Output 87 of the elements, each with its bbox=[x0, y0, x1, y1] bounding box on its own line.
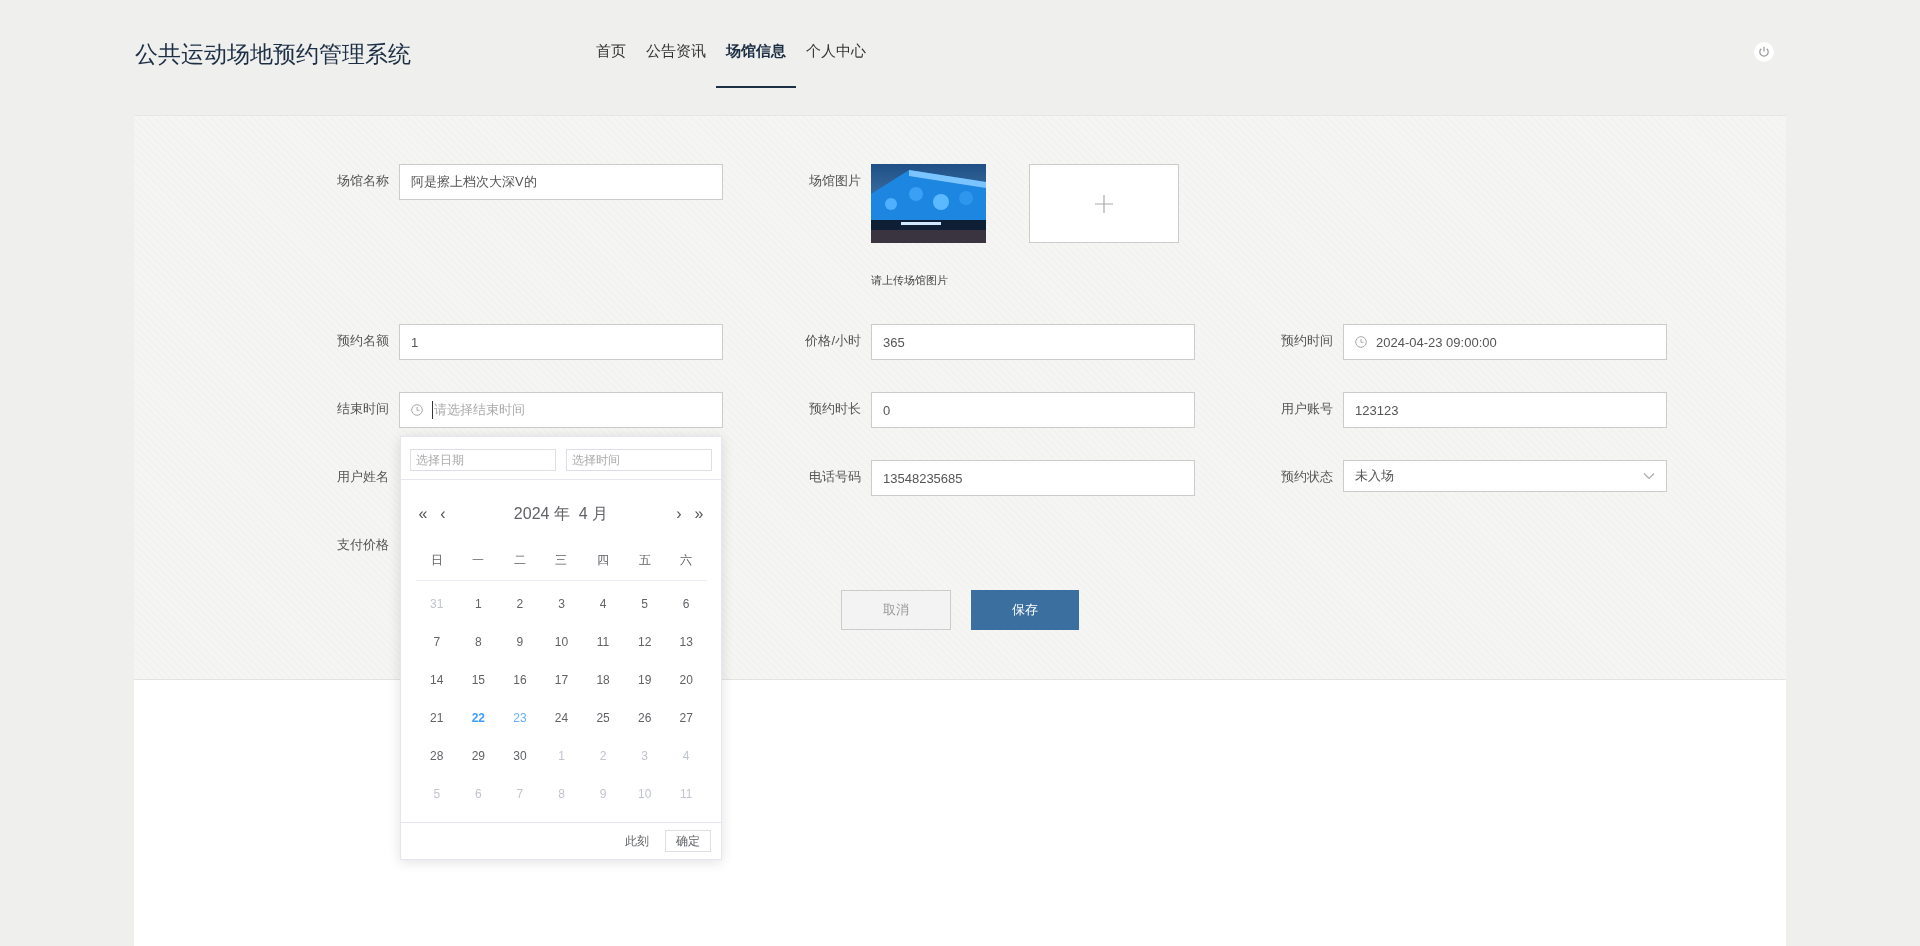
weekday-label: 六 bbox=[680, 553, 693, 567]
calendar-day[interactable]: 14 bbox=[430, 672, 444, 688]
save-button[interactable]: 保存 bbox=[971, 590, 1079, 630]
date-field[interactable]: 选择日期 bbox=[410, 449, 556, 471]
calendar-day[interactable]: 5 bbox=[641, 596, 648, 612]
calendar-day[interactable]: 20 bbox=[679, 672, 693, 688]
prev-month-button[interactable]: ‹ bbox=[433, 505, 453, 523]
calendar-day[interactable]: 13 bbox=[679, 634, 693, 650]
calendar-day[interactable]: 3 bbox=[558, 596, 565, 612]
next-month-button[interactable]: › bbox=[669, 505, 689, 523]
field-label: 电话号码 bbox=[808, 468, 861, 486]
clock-icon bbox=[1355, 336, 1367, 348]
calendar-day[interactable]: 24 bbox=[554, 710, 569, 726]
power-icon[interactable] bbox=[1754, 42, 1774, 62]
calendar-day[interactable]: 2 bbox=[516, 596, 524, 612]
nav-tab[interactable]: 场馆信息 bbox=[716, 38, 796, 88]
calendar-day[interactable]: 15 bbox=[471, 672, 486, 688]
field-label: 预约状态 bbox=[1280, 468, 1333, 486]
field-value: 365 bbox=[883, 334, 905, 350]
text-field[interactable]: 13548235685 bbox=[871, 460, 1195, 496]
calendar-day[interactable]: 30 bbox=[513, 748, 527, 764]
now-link[interactable]: 此刻 bbox=[625, 832, 649, 850]
calendar-day[interactable]: 17 bbox=[554, 672, 569, 688]
date-time-field[interactable]: 2024-04-23 09:00:00 bbox=[1343, 324, 1667, 360]
text-field[interactable]: 阿是擦上档次大深V的 bbox=[399, 164, 723, 200]
calendar-day[interactable]: 11 bbox=[596, 634, 610, 650]
weekday-label: 五 bbox=[638, 553, 651, 567]
next-year-button[interactable]: » bbox=[689, 505, 709, 523]
weekday-label: 三 bbox=[555, 553, 568, 567]
calendar-day[interactable]: 6 bbox=[682, 596, 690, 612]
calendar-day[interactable]: 26 bbox=[637, 710, 652, 726]
confirm-button[interactable]: 确定 bbox=[665, 830, 711, 852]
date-picker[interactable]: 选择日期 选择时间 « ‹ 2024 年 4 月 › » 日 一 二 三 四 五 六 31 1 2 3 4 5 6 7 8 9 10 11 12 13 14 15 16 17 18 19 20 21 22 23 24 25 26 27 28 29 30 1 2 3 4 5 6 7 8 9 10 11 此刻 确定 bbox=[400, 436, 722, 860]
field-value: 0 bbox=[883, 402, 891, 418]
text-field[interactable]: 365 bbox=[871, 324, 1195, 360]
field-label: 用户账号 bbox=[1280, 400, 1333, 418]
field-label: 场馆名称 bbox=[336, 172, 389, 190]
weekday-label: 四 bbox=[597, 553, 610, 567]
field-value: 未入场 bbox=[1355, 467, 1394, 485]
field-label: 场馆图片 bbox=[808, 172, 861, 190]
text-field[interactable]: 0 bbox=[871, 392, 1195, 428]
calendar-day[interactable]: 18 bbox=[596, 672, 610, 688]
text-field[interactable]: 123123 bbox=[1343, 392, 1667, 428]
field-label: 价格/小时 bbox=[804, 332, 861, 350]
calendar-day[interactable]: 7 bbox=[433, 634, 441, 650]
upload-box[interactable] bbox=[1029, 164, 1179, 243]
calendar-day[interactable]: 10 bbox=[554, 634, 569, 650]
field-value: 阿是擦上档次大深V的 bbox=[411, 173, 537, 191]
text-field[interactable]: 1 bbox=[399, 324, 723, 360]
calendar-day[interactable]: 4 bbox=[599, 596, 607, 612]
calendar-day[interactable]: 16 bbox=[513, 672, 527, 688]
weekday-label: 一 bbox=[472, 553, 485, 567]
calendar-day[interactable]: 27 bbox=[679, 710, 693, 726]
field-value: 123123 bbox=[1355, 402, 1399, 418]
calendar-day[interactable]: 9 bbox=[516, 634, 524, 650]
field-label: 预约名额 bbox=[336, 332, 389, 350]
field-value: 1 bbox=[411, 334, 419, 350]
field-label: 支付价格 bbox=[336, 536, 389, 554]
site-title: 公共运动场地预约管理系统 bbox=[135, 40, 412, 68]
month-title: 2024 年 4 月 bbox=[512, 503, 610, 524]
plus-icon bbox=[1095, 194, 1113, 213]
field-label: 预约时长 bbox=[808, 400, 861, 418]
weekday-label: 日 bbox=[430, 553, 443, 567]
select-field[interactable]: 未入场 bbox=[1343, 460, 1667, 492]
field-value: 2024-04-23 09:00:00 bbox=[1376, 334, 1497, 350]
calendar-day[interactable]: 28 bbox=[430, 748, 444, 764]
calendar-day[interactable]: 19 bbox=[637, 672, 652, 688]
nav-tab[interactable]: 个人中心 bbox=[796, 38, 876, 88]
calendar-day[interactable]: 1 bbox=[475, 596, 482, 612]
calendar-day[interactable]: 25 bbox=[596, 710, 610, 726]
field-label: 结束时间 bbox=[336, 400, 389, 418]
calendar-day[interactable]: 12 bbox=[637, 634, 652, 650]
nav-tab[interactable]: 首页 bbox=[586, 38, 636, 88]
field-label: 用户姓名 bbox=[336, 468, 389, 486]
chevron-down-icon bbox=[1643, 472, 1655, 480]
calendar-day[interactable]: 21 bbox=[430, 710, 444, 726]
field-placeholder: 请选择结束时间 bbox=[432, 401, 525, 419]
calendar-day[interactable]: 29 bbox=[471, 748, 486, 764]
weekday-label: 二 bbox=[513, 553, 526, 567]
upload-hint: 请上传场馆图片 bbox=[871, 273, 949, 288]
nav-tab[interactable]: 公告资讯 bbox=[636, 38, 716, 88]
field-label: 预约时间 bbox=[1280, 332, 1333, 350]
clock-icon bbox=[411, 404, 423, 416]
field-value: 13548235685 bbox=[883, 470, 963, 486]
time-field[interactable]: 选择时间 bbox=[566, 449, 712, 471]
calendar-day[interactable]: 8 bbox=[475, 634, 482, 650]
prev-year-button[interactable]: « bbox=[413, 505, 433, 523]
